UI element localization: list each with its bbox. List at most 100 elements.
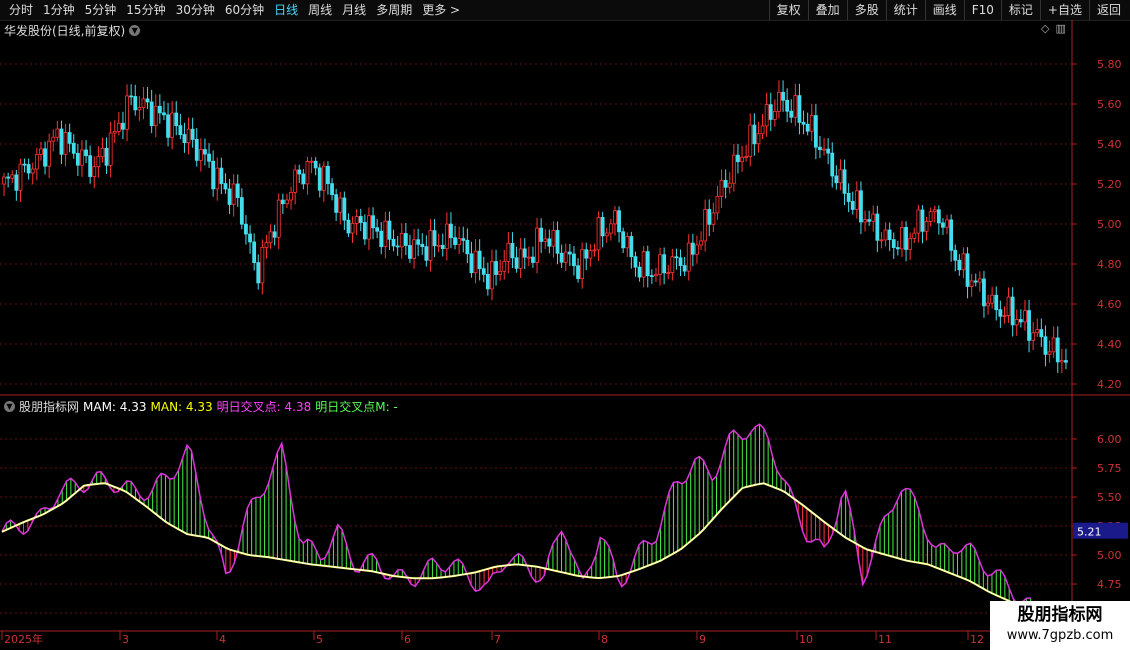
price-tick-label: 4.40 <box>1097 338 1122 351</box>
candle-body <box>51 136 56 142</box>
candle-body <box>34 153 39 170</box>
candle-body <box>305 161 310 185</box>
candle-body <box>133 96 138 111</box>
candle-body <box>436 244 441 247</box>
time-tick-label: 5 <box>316 633 323 646</box>
candle-body <box>268 231 273 244</box>
candle-body <box>670 256 675 273</box>
indicator-tick-label: 5.50 <box>1097 491 1122 504</box>
candle-body <box>457 238 462 245</box>
candle-body <box>797 95 802 123</box>
candle-body <box>215 167 220 190</box>
candle-body <box>678 257 683 266</box>
candle-body <box>941 222 945 228</box>
candle-body <box>526 256 531 259</box>
candle-body <box>30 168 35 174</box>
candle-body <box>596 217 601 251</box>
candle-body <box>801 121 806 125</box>
candle-body <box>395 245 400 248</box>
candle-body <box>227 188 232 205</box>
candle-body <box>645 251 650 276</box>
candle-body <box>555 230 560 254</box>
candle-body <box>740 156 744 163</box>
candle-body <box>223 183 228 190</box>
candle-body <box>777 91 781 112</box>
candle-body <box>420 243 425 248</box>
chart-canvas[interactable]: 5.80 5.60 5.40 5.20 5.00 4.80 4.60 4.40 4.20 6.00… <box>0 0 1130 650</box>
candle-body <box>977 278 982 283</box>
candle-body <box>506 242 511 262</box>
candle-body <box>408 245 412 259</box>
candle-body <box>662 254 667 274</box>
candle-body <box>608 223 613 234</box>
candle-body <box>920 209 925 232</box>
candle-body <box>1023 310 1027 323</box>
candle-body <box>387 220 392 240</box>
candle-body <box>563 251 568 263</box>
candle-body <box>781 91 785 101</box>
watermark: 股朋指标网 www.7gpzb.com <box>990 601 1130 650</box>
candle-body <box>768 104 773 120</box>
candle-body <box>444 223 449 250</box>
candle-body <box>309 160 314 163</box>
candle-body <box>588 250 593 259</box>
candle-body <box>637 266 642 278</box>
candle-body <box>280 199 285 205</box>
candle-body <box>1014 319 1019 326</box>
candle-body <box>900 227 904 250</box>
candle-body <box>178 125 183 136</box>
candle-body <box>760 125 765 135</box>
candle-body <box>936 209 941 224</box>
candle-body <box>1043 336 1048 355</box>
candle-body <box>473 250 478 274</box>
candle-body <box>321 165 326 191</box>
price-tick-label: 5.00 <box>1097 218 1122 231</box>
candle-body <box>1039 329 1044 338</box>
candle-body <box>43 148 47 167</box>
candle-body <box>830 152 835 177</box>
candle-body <box>924 220 929 232</box>
indicator-tick-label: 6.00 <box>1097 433 1122 446</box>
candle-body <box>850 201 855 210</box>
candle-body <box>600 217 605 237</box>
candle-body <box>953 249 958 261</box>
candle-body <box>891 239 896 248</box>
candle-body <box>354 216 359 224</box>
candle-body <box>875 213 880 241</box>
candle-body <box>330 183 334 196</box>
candle-body <box>10 174 15 179</box>
candle-body <box>108 132 113 166</box>
candle-body <box>219 167 224 184</box>
man-line <box>1 482 1032 612</box>
candle-body <box>629 236 634 258</box>
candle-body <box>1031 332 1036 341</box>
candle-body <box>793 95 798 118</box>
candle-body <box>47 140 52 167</box>
candle-body <box>539 227 544 242</box>
candle-body <box>338 197 343 213</box>
candle-body <box>731 154 736 184</box>
candle-body <box>170 112 175 138</box>
candle-body <box>543 238 548 242</box>
candle-body <box>649 275 654 277</box>
candle-body <box>666 272 671 274</box>
candle-body <box>498 270 503 275</box>
candle-body <box>301 173 306 185</box>
candle-body <box>551 230 556 247</box>
candle-body <box>572 253 576 267</box>
candle-body <box>412 239 416 259</box>
candle-body <box>289 191 293 201</box>
candle-body <box>461 238 466 241</box>
candle-body <box>453 237 457 245</box>
candle-body <box>867 219 872 222</box>
candle-body <box>904 227 908 250</box>
candle-body <box>116 122 121 132</box>
candle-body <box>559 252 564 263</box>
candle-body <box>190 128 195 140</box>
candle-body <box>707 209 712 225</box>
candle-body <box>1018 319 1023 323</box>
candle-body <box>362 222 367 240</box>
watermark-line2: www.7gpzb.com <box>1006 628 1114 643</box>
candle-body <box>994 294 999 311</box>
candle-body <box>879 239 884 242</box>
